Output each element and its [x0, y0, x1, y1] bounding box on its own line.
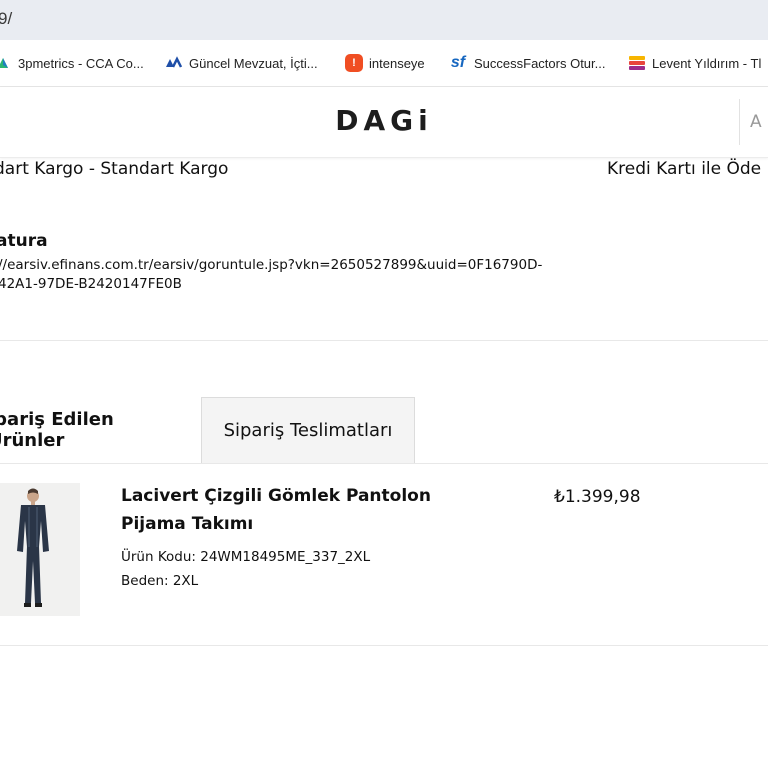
- address-bar-text[interactable]: 9/: [0, 9, 12, 29]
- invoice-link-line2[interactable]: 42A1-97DE-B2420147FE0B: [0, 276, 182, 292]
- pajama-figure-icon: [17, 488, 49, 607]
- shipping-method: dart Kargo - Standart Kargo: [0, 159, 229, 179]
- bookmark-3pmetrics[interactable]: 3pmetrics - CCA Co...: [0, 54, 144, 72]
- address-bar[interactable]: 9/: [0, 0, 768, 40]
- header-right-letter: A: [750, 112, 762, 132]
- product-divider: [0, 645, 768, 646]
- stack-icon: [628, 54, 646, 72]
- product-price: ₺1.399,98: [554, 487, 641, 507]
- bookmark-successfactors[interactable]: sf SuccessFactors Otur...: [448, 54, 606, 72]
- header-account-area[interactable]: A: [739, 99, 768, 145]
- tab-ordered-products[interactable]: ipariş Edilen Ürünler: [0, 397, 190, 463]
- section-divider: [0, 340, 768, 341]
- product-size: Beden: 2XL: [121, 573, 199, 589]
- bookmarks-bar: 3pmetrics - CCA Co... Güncel Mevzuat, İç…: [0, 40, 768, 87]
- tabs-divider: [0, 463, 768, 464]
- bookmark-guncel-mevzuat[interactable]: Güncel Mevzuat, İçti...: [165, 54, 318, 72]
- tab-order-deliveries[interactable]: Sipariş Teslimatları: [201, 397, 415, 463]
- invoice-link-line1[interactable]: //earsiv.efinans.com.tr/earsiv/goruntule…: [0, 257, 542, 273]
- payment-method: Kredi Kartı ile Öde: [607, 159, 762, 179]
- successfactors-icon: sf: [450, 54, 466, 71]
- site-logo[interactable]: DAGi: [0, 104, 768, 137]
- 3pmetrics-icon: [0, 54, 12, 72]
- mevzuat-icon: [165, 54, 183, 72]
- invoice-title: atura: [0, 231, 48, 251]
- bookmark-levent[interactable]: Levent Yıldırım - Tl: [628, 54, 761, 72]
- site-header: DAGi A: [0, 87, 768, 158]
- bookmark-intenseye[interactable]: ! intenseye: [345, 54, 425, 72]
- product-code: Ürün Kodu: 24WM18495ME_337_2XL: [121, 549, 371, 565]
- product-name-line1[interactable]: Lacivert Çizgili Gömlek Pantolon: [121, 486, 431, 506]
- intenseye-icon: !: [345, 54, 363, 72]
- product-image[interactable]: [0, 483, 80, 616]
- product-name-line2[interactable]: Pijama Takımı: [121, 514, 253, 534]
